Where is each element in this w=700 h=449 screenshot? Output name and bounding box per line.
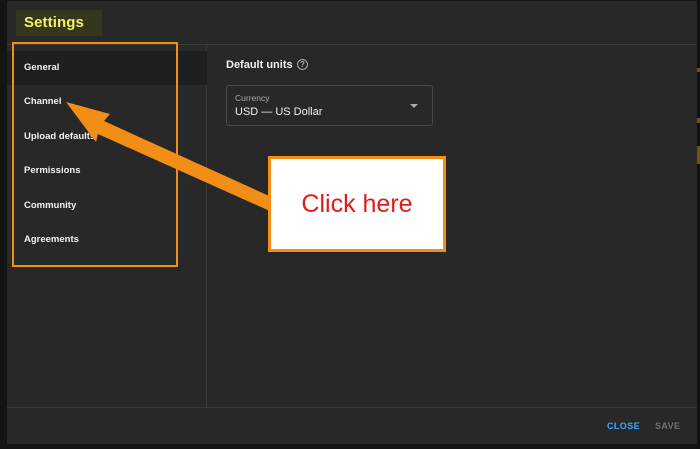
callout-text: Click here bbox=[301, 190, 413, 218]
annotation-arrow bbox=[66, 102, 278, 212]
screenshot-frame: Settings General Channel Upload defaults… bbox=[0, 0, 700, 449]
callout-box: Click here bbox=[268, 156, 446, 252]
